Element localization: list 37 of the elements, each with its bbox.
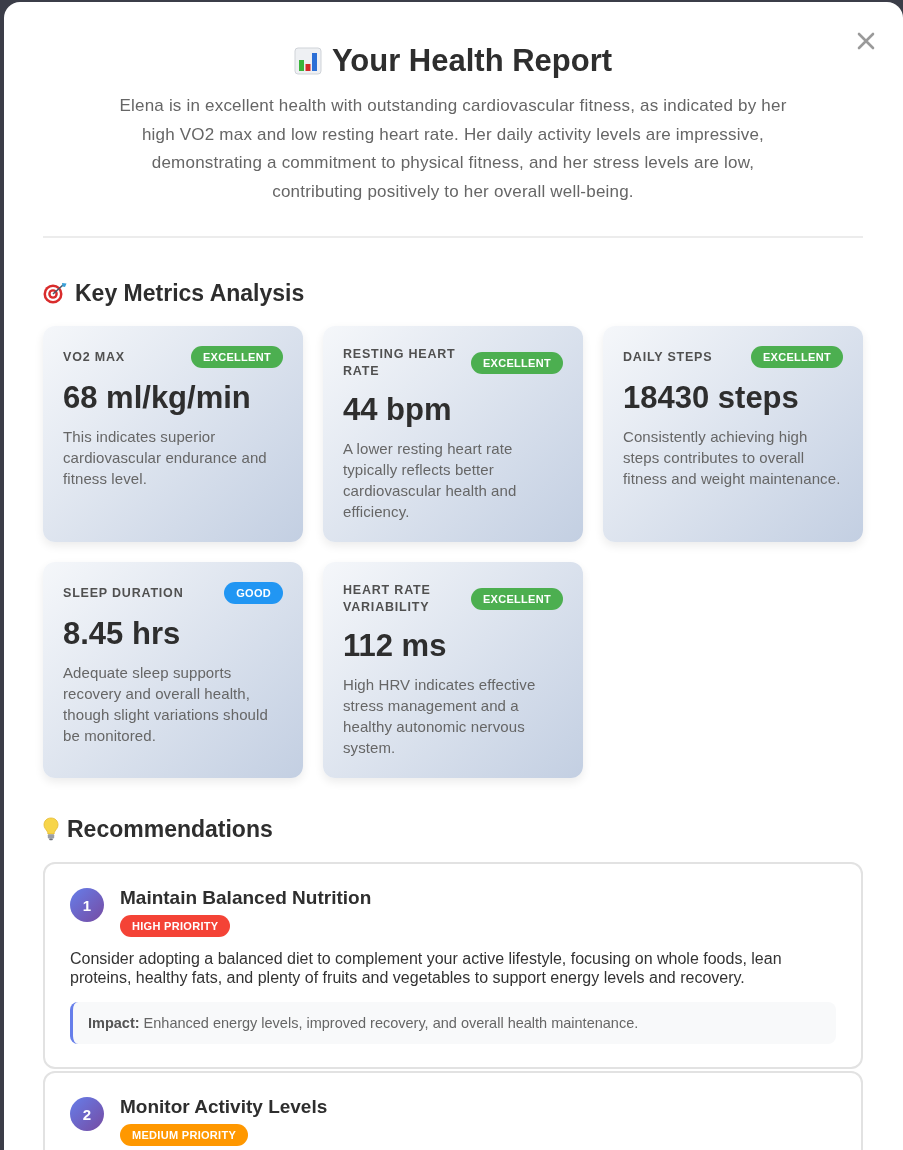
close-icon bbox=[857, 32, 875, 50]
metric-value: 68 ml/kg/min bbox=[63, 380, 252, 416]
close-button[interactable] bbox=[855, 30, 877, 52]
section-heading: Recommendations bbox=[67, 815, 273, 843]
metric-label: SLEEP DURATION bbox=[63, 584, 185, 602]
metric-label: RESTING HEART RATE bbox=[343, 346, 457, 380]
metric-description: This indicates superior cardiovascular endurance and fitness level. bbox=[63, 427, 268, 489]
metric-value: 18430 steps bbox=[623, 380, 800, 416]
recommendation-description: Consider adopting a balanced diet to complement your active lifestyle, focusing on whole foods, lean proteins, healthy fats, and plenty of fruits and vegetables to support energy levels and recovery. bbox=[70, 949, 783, 987]
metric-description: High HRV indicates effective stress management and a healthy autonomic nervous system. bbox=[343, 675, 537, 758]
recommendation-title: Maintain Balanced Nutrition bbox=[120, 886, 372, 909]
lightbulb-icon bbox=[43, 817, 59, 841]
metric-label: DAILY STEPS bbox=[623, 348, 714, 366]
priority-badge: HIGH PRIORITY bbox=[120, 915, 231, 937]
metric-description: Consistently achieving high steps contributes to overall fitness and weight maintenance. bbox=[623, 427, 842, 489]
rating-badge: EXCELLENT bbox=[470, 352, 563, 374]
rating-badge: EXCELLENT bbox=[470, 588, 563, 610]
metric-description: Adequate sleep supports recovery and overall health, though slight variations should be monitored. bbox=[63, 663, 269, 746]
step-number: 2 bbox=[70, 1097, 104, 1131]
metric-label: VO2 MAX bbox=[63, 348, 126, 366]
recommendation-title: Monitor Activity Levels bbox=[120, 1095, 328, 1118]
section-heading: Key Metrics Analysis bbox=[75, 279, 305, 307]
rating-badge: EXCELLENT bbox=[190, 346, 283, 368]
metric-value: 8.45 hrs bbox=[63, 616, 182, 652]
report-title: Your Health Report bbox=[331, 42, 613, 80]
rating-badge: GOOD bbox=[224, 582, 283, 604]
metric-label: HEART RATE VARIABILITY bbox=[343, 582, 432, 616]
metric-value: 44 bpm bbox=[343, 392, 453, 428]
rating-badge: EXCELLENT bbox=[750, 346, 843, 368]
report-summary: Elena is in excellent health with outstanding cardiovascular fitness, as indicated by her high VO2 max and low resting heart rate. Her daily activity levels are impressive, demonstrating a commitment to physical fitness, and her stress levels are low, contributing positively to her overall well-being. bbox=[118, 95, 788, 203]
target-icon bbox=[43, 282, 67, 304]
metric-value: 112 ms bbox=[343, 628, 448, 664]
priority-badge: MEDIUM PRIORITY bbox=[120, 1124, 249, 1146]
impact-note: Impact: Enhanced energy levels, improved recovery, and overall health maintenance. bbox=[70, 1002, 836, 1044]
metric-description: A lower resting heart rate typically reflects better cardiovascular health and efficiency. bbox=[343, 439, 518, 522]
step-number: 1 bbox=[70, 888, 104, 922]
bar-chart-icon bbox=[293, 47, 322, 75]
